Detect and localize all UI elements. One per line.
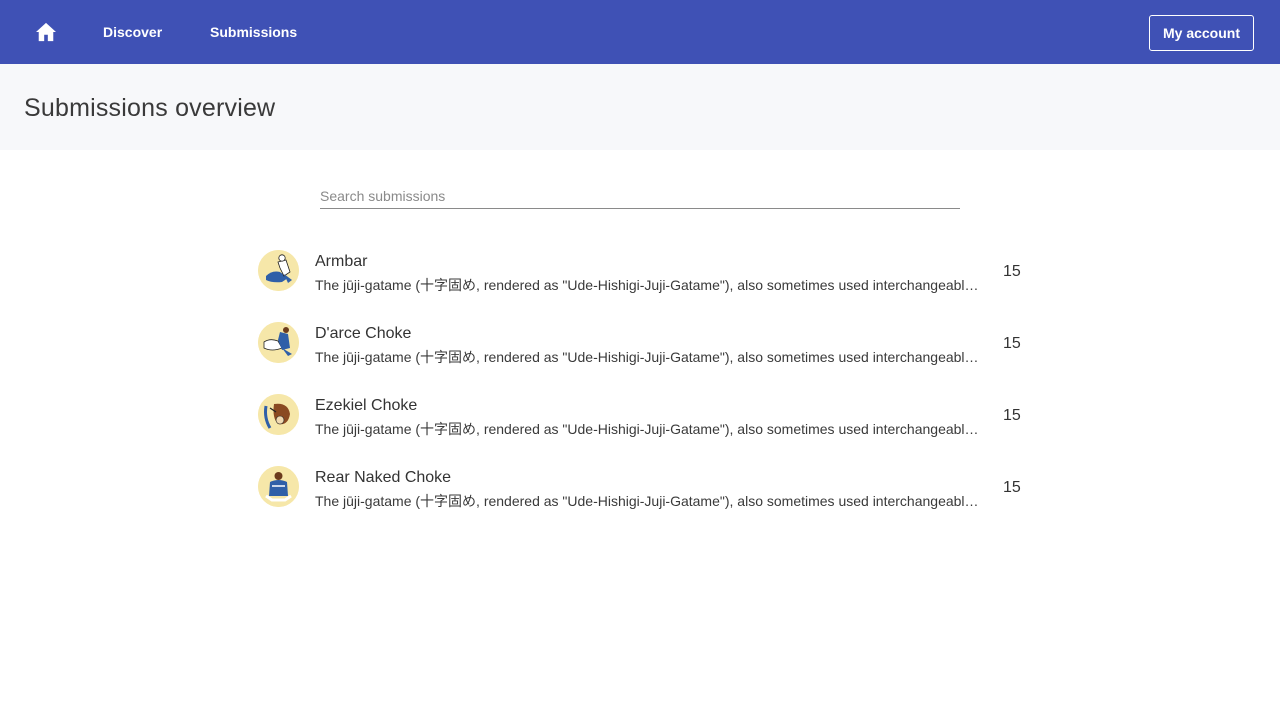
my-account-button[interactable]: My account (1149, 15, 1254, 51)
page-title: Submissions overview (24, 94, 276, 122)
list-item-ezekiel-choke[interactable]: Ezekiel Choke The jūji-gatame (十字固め, ren… (258, 386, 1022, 458)
avatar (258, 322, 299, 363)
search-input[interactable] (320, 184, 960, 208)
top-navigation-bar: Discover Submissions My account (0, 0, 1280, 64)
rear-naked-choke-illustration-icon (258, 466, 299, 507)
home-button[interactable] (24, 12, 68, 52)
home-icon (36, 22, 56, 42)
armbar-illustration-icon (258, 250, 299, 291)
avatar (258, 250, 299, 291)
avatar (258, 394, 299, 435)
submission-count: 15 (1003, 407, 1021, 424)
submission-name: Rear Naked Choke (315, 469, 452, 486)
nav-submissions-link[interactable]: Submissions (210, 20, 297, 44)
submission-description: The jūji-gatame (十字固め, rendered as "Ude-… (315, 277, 985, 293)
search-field (320, 184, 960, 209)
ezekiel-choke-illustration-icon (258, 394, 299, 435)
submission-description: The jūji-gatame (十字固め, rendered as "Ude-… (315, 493, 985, 509)
darce-choke-illustration-icon (258, 322, 299, 363)
submission-count: 15 (1003, 479, 1021, 496)
submission-description: The jūji-gatame (十字固め, rendered as "Ude-… (315, 421, 985, 437)
submission-name: Armbar (315, 253, 368, 270)
submission-count: 15 (1003, 335, 1021, 352)
submission-name: D'arce Choke (315, 325, 412, 342)
nav-discover-link[interactable]: Discover (103, 20, 162, 44)
list-item-rear-naked-choke[interactable]: Rear Naked Choke The jūji-gatame (十字固め, … (258, 458, 1022, 530)
submission-count: 15 (1003, 263, 1021, 280)
submission-description: The jūji-gatame (十字固め, rendered as "Ude-… (315, 349, 985, 365)
avatar (258, 466, 299, 507)
submissions-list: Armbar The jūji-gatame (十字固め, rendered a… (258, 242, 1022, 530)
list-item-darce-choke[interactable]: D'arce Choke The jūji-gatame (十字固め, rend… (258, 314, 1022, 386)
submission-name: Ezekiel Choke (315, 397, 418, 414)
list-item-armbar[interactable]: Armbar The jūji-gatame (十字固め, rendered a… (258, 242, 1022, 314)
